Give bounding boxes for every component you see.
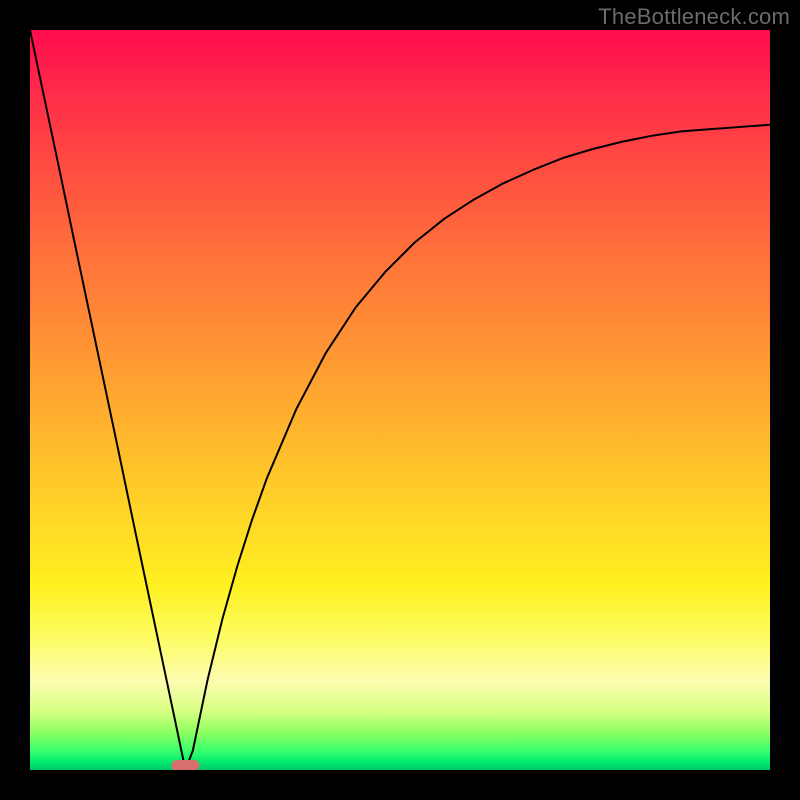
chart-frame: TheBottleneck.com bbox=[0, 0, 800, 800]
watermark-text: TheBottleneck.com bbox=[598, 4, 790, 30]
bottleneck-curve-svg bbox=[30, 30, 770, 770]
bottleneck-curve bbox=[30, 30, 770, 770]
plot-area bbox=[30, 30, 770, 770]
minimum-marker bbox=[171, 760, 199, 770]
